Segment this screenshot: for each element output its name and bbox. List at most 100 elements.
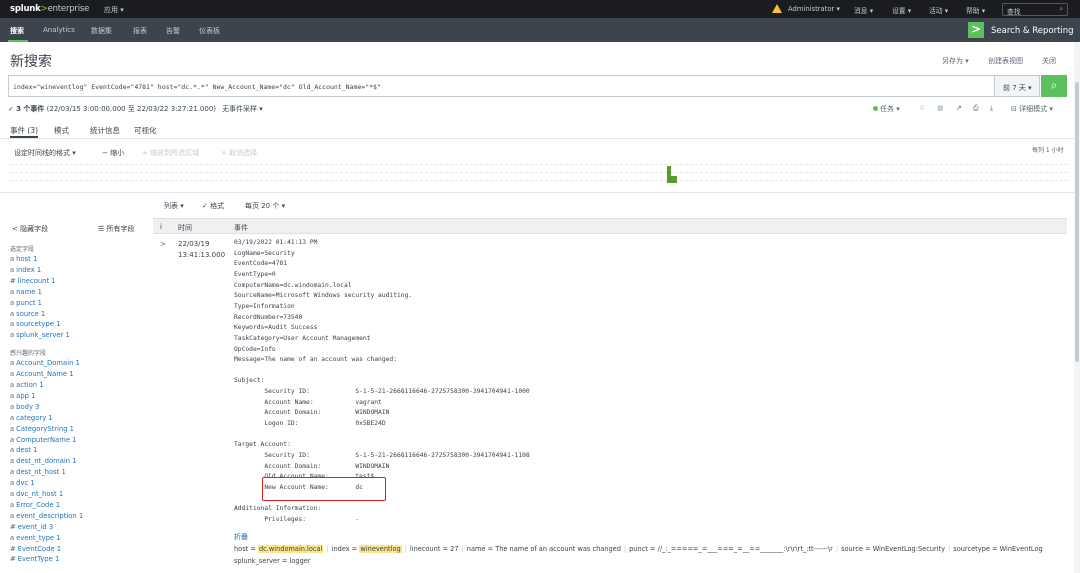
help-menu[interactable]: 帮助 ▾ bbox=[966, 5, 985, 15]
field-name: dest_nt_domain 1 bbox=[16, 457, 77, 466]
field-item[interactable]: # linecount 1 bbox=[10, 277, 56, 285]
nav-datasets[interactable]: 数据集 bbox=[91, 26, 112, 36]
expand-event-icon[interactable]: > bbox=[160, 240, 166, 248]
nav-reports[interactable]: 报表 bbox=[133, 26, 147, 36]
event-field[interactable]: name = The name of an account was change… bbox=[467, 545, 621, 553]
event-field[interactable]: sourcetype = WinEventLog bbox=[953, 545, 1042, 553]
search-button[interactable]: ⌕ bbox=[1041, 75, 1067, 97]
field-item[interactable]: a Error_Code 1 bbox=[10, 501, 60, 509]
deselect-button[interactable]: × 取消选择 bbox=[221, 148, 257, 158]
field-item[interactable]: a punct 1 bbox=[10, 299, 42, 307]
top-search-input[interactable]: 查找 ⌕ bbox=[1002, 3, 1068, 16]
field-item[interactable]: a splunk_server 1 bbox=[10, 331, 70, 339]
stop-icon[interactable]: ■ bbox=[937, 104, 944, 112]
event-field-splunk-server[interactable]: splunk_server = logger bbox=[234, 557, 311, 565]
field-item[interactable]: a sourcetype 1 bbox=[10, 320, 60, 328]
export-icon[interactable]: ⤓ bbox=[990, 104, 993, 113]
col-time[interactable]: 时间 bbox=[178, 223, 192, 233]
tab-visualization[interactable]: 可视化 bbox=[134, 125, 157, 136]
event-raw-line: RecordNumber=73540 bbox=[234, 313, 303, 321]
highlight-box bbox=[262, 477, 386, 501]
field-item[interactable]: a dest_nt_domain 1 bbox=[10, 457, 77, 465]
event-field[interactable]: index = wineventlog bbox=[332, 545, 402, 553]
field-item[interactable]: a dvc_nt_host 1 bbox=[10, 490, 63, 498]
field-item[interactable]: a dest_nt_host 1 bbox=[10, 468, 66, 476]
field-item[interactable]: a CategoryString 1 bbox=[10, 425, 74, 433]
logo-gt: > bbox=[40, 4, 48, 14]
field-item[interactable]: a dest 1 bbox=[10, 446, 37, 454]
job-menu[interactable]: 任务 ▾ bbox=[873, 104, 900, 114]
search-mode-dropdown[interactable]: ⊟ 详细模式 ▾ bbox=[1011, 104, 1053, 114]
field-item[interactable]: a Account_Domain 1 bbox=[10, 359, 80, 367]
splunk-logo[interactable]: splunk>enterprise bbox=[10, 4, 89, 14]
zoom-to-selection-button[interactable]: + 缩放到所选区域 bbox=[142, 148, 199, 158]
collapse-link[interactable]: 折叠 bbox=[234, 532, 248, 542]
field-item[interactable]: a app 1 bbox=[10, 392, 35, 400]
zoom-out-button[interactable]: − 缩小 bbox=[102, 148, 124, 158]
tab-statistics[interactable]: 统计信息 bbox=[90, 125, 120, 136]
close-button[interactable]: 关闭 bbox=[1042, 56, 1056, 66]
per-page-dropdown[interactable]: 每页 20 个 ▾ bbox=[245, 201, 285, 211]
activity-menu[interactable]: 活动 ▾ bbox=[929, 5, 948, 15]
field-item[interactable]: a name 1 bbox=[10, 288, 42, 296]
scrollbar-thumb[interactable] bbox=[1075, 82, 1079, 362]
app-menu[interactable]: 应用 ▾ bbox=[104, 5, 124, 15]
field-type-icon: a bbox=[10, 265, 15, 274]
field-name: ComputerName 1 bbox=[16, 435, 77, 444]
share-icon[interactable]: ↗ bbox=[956, 104, 962, 112]
messages-menu[interactable]: 消息 ▾ bbox=[854, 5, 873, 15]
col-event[interactable]: 事件 bbox=[234, 223, 248, 233]
warning-icon[interactable] bbox=[772, 4, 782, 13]
event-field[interactable]: host = dc.windomain.local bbox=[234, 545, 324, 553]
nav-analytics[interactable]: Analytics bbox=[43, 26, 75, 34]
time-range-picker[interactable]: 前 7 天 ▾ bbox=[994, 75, 1040, 97]
nav-active-indicator bbox=[8, 40, 28, 42]
field-item[interactable]: a dvc 1 bbox=[10, 479, 35, 487]
settings-menu[interactable]: 设置 ▾ bbox=[892, 5, 911, 15]
field-item[interactable]: # EventType 1 bbox=[10, 555, 59, 563]
format-button[interactable]: ✓ 格式 bbox=[202, 201, 224, 211]
tab-events[interactable]: 事件 (3) bbox=[10, 125, 38, 136]
status-time-range: (22/03/15 3:00:00.000 至 22/03/22 3:27:21… bbox=[44, 105, 217, 113]
nav-dashboards[interactable]: 仪表板 bbox=[199, 26, 220, 36]
tab-patterns[interactable]: 模式 bbox=[54, 125, 69, 136]
field-item[interactable]: a host 1 bbox=[10, 255, 37, 263]
event-field[interactable]: punct = //_:_=====_=___===_=__==_______:… bbox=[629, 545, 833, 553]
field-item[interactable]: a body 3 bbox=[10, 403, 39, 411]
admin-menu[interactable]: Administrator ▾ bbox=[788, 5, 840, 13]
field-item[interactable]: a Account_Name 1 bbox=[10, 370, 74, 378]
nav-search[interactable]: 搜索 bbox=[10, 26, 24, 36]
sampling-dropdown[interactable]: 无事件采样 ▾ bbox=[222, 104, 263, 114]
page-scrollbar[interactable] bbox=[1074, 42, 1080, 573]
save-as-button[interactable]: 另存为 ▾ bbox=[942, 56, 969, 66]
timeline-bar[interactable] bbox=[671, 176, 677, 183]
field-item[interactable]: # EventCode 1 bbox=[10, 545, 61, 553]
timeline-format-dropdown[interactable]: 设定时间线的格式 ▾ bbox=[14, 148, 76, 158]
pause-icon[interactable]: II bbox=[920, 104, 924, 112]
field-item[interactable]: a source 1 bbox=[10, 310, 45, 318]
nav-alerts[interactable]: 告警 bbox=[166, 26, 180, 36]
event-field-key: index = bbox=[331, 545, 360, 553]
field-name: body 3 bbox=[16, 402, 40, 411]
list-dropdown[interactable]: 列表 ▾ bbox=[164, 201, 184, 211]
field-item[interactable]: a category 1 bbox=[10, 414, 53, 422]
event-field[interactable]: linecount = 27 bbox=[410, 545, 459, 553]
app-name[interactable]: Search & Reporting bbox=[991, 26, 1074, 36]
field-item[interactable]: a event_description 1 bbox=[10, 512, 83, 520]
event-raw-line: ComputerName=dc.windomain.local bbox=[234, 281, 352, 289]
print-icon[interactable]: ⎙ bbox=[973, 104, 979, 113]
field-item[interactable]: a event_type 1 bbox=[10, 534, 61, 542]
event-field[interactable]: source = WinEventLog:Security bbox=[841, 545, 945, 553]
timeline-chart[interactable] bbox=[10, 160, 1068, 188]
all-fields-button[interactable]: ☰ 所有字段 bbox=[98, 224, 135, 234]
field-type-icon: a bbox=[10, 468, 15, 477]
search-query-input[interactable]: index="wineventlog" EventCode="4781" hos… bbox=[8, 75, 1040, 97]
event-field-key: linecount = bbox=[409, 545, 451, 553]
field-item[interactable]: a index 1 bbox=[10, 266, 41, 274]
hide-fields-button[interactable]: < 隐藏字段 bbox=[12, 224, 48, 234]
field-item[interactable]: a action 1 bbox=[10, 381, 44, 389]
create-dashboard-button[interactable]: 创建表视图 bbox=[988, 56, 1023, 66]
field-item[interactable]: a ComputerName 1 bbox=[10, 436, 77, 444]
field-item[interactable]: # event_id 3 bbox=[10, 523, 53, 531]
field-name: app 1 bbox=[16, 391, 36, 400]
